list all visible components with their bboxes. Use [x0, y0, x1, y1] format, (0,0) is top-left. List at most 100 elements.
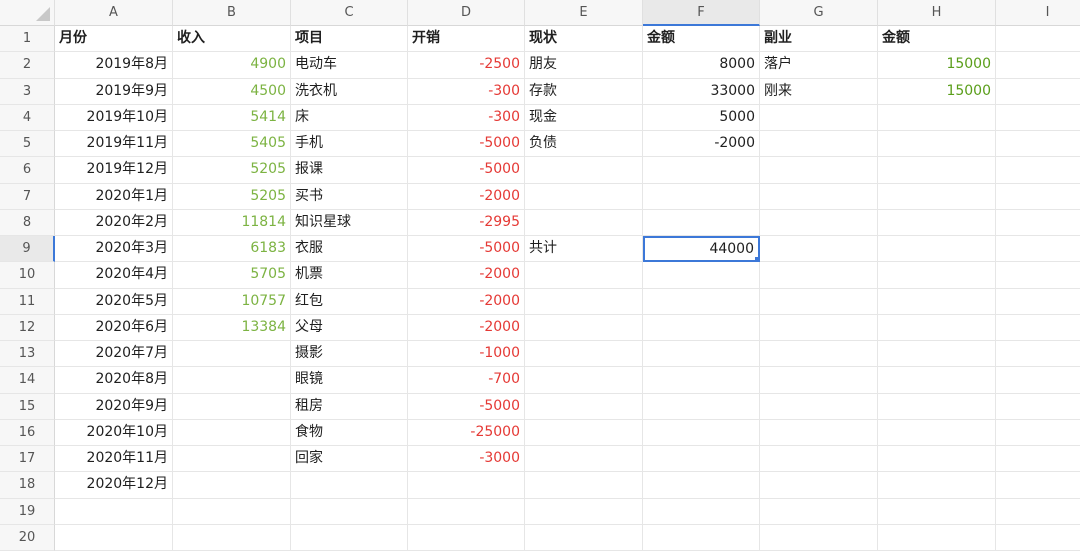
cell-g15[interactable] — [760, 393, 878, 420]
row-header-9[interactable]: 9 — [0, 236, 55, 263]
cell-g16[interactable] — [760, 419, 878, 446]
row-header-5[interactable]: 5 — [0, 131, 55, 158]
cell-f13[interactable] — [643, 341, 760, 368]
cell-b2[interactable]: 4900 — [173, 52, 291, 79]
cell-i14[interactable] — [996, 367, 1080, 394]
cell-f6[interactable] — [643, 157, 760, 184]
cell-a10[interactable]: 2020年4月 — [55, 262, 173, 289]
cell-a18[interactable]: 2020年12月 — [55, 472, 173, 499]
active-cell[interactable]: 44000 — [643, 236, 760, 263]
row-header-13[interactable]: 13 — [0, 341, 55, 368]
cell-g2[interactable]: 落户 — [760, 52, 878, 79]
cell-h16[interactable] — [878, 419, 996, 446]
cell-d4[interactable]: -300 — [408, 104, 525, 131]
cell-d1[interactable]: 开销 — [408, 26, 525, 53]
cell-a11[interactable]: 2020年5月 — [55, 288, 173, 315]
cell-a14[interactable]: 2020年8月 — [55, 367, 173, 394]
row-header-17[interactable]: 17 — [0, 446, 55, 473]
cell-b6[interactable]: 5205 — [173, 157, 291, 184]
cell-c19[interactable] — [291, 498, 408, 525]
cell-f12[interactable] — [643, 314, 760, 341]
cell-d16[interactable]: -25000 — [408, 419, 525, 446]
cell-i1[interactable] — [996, 26, 1080, 53]
cell-h3[interactable]: 15000 — [878, 78, 996, 105]
column-header-a[interactable]: A — [55, 0, 173, 26]
cell-f14[interactable] — [643, 367, 760, 394]
row-header-1[interactable]: 1 — [0, 26, 55, 53]
cell-b4[interactable]: 5414 — [173, 104, 291, 131]
cell-g10[interactable] — [760, 262, 878, 289]
cell-e17[interactable] — [525, 446, 643, 473]
cell-i16[interactable] — [996, 420, 1080, 446]
cell-b15[interactable] — [173, 393, 291, 420]
cell-b14[interactable] — [173, 367, 291, 394]
cell-c15[interactable]: 租房 — [291, 393, 408, 420]
cell-c5[interactable]: 手机 — [291, 131, 408, 158]
cell-b13[interactable] — [173, 341, 291, 368]
cell-g11[interactable] — [760, 288, 878, 315]
cell-b8[interactable]: 11814 — [173, 209, 291, 236]
cell-a8[interactable]: 2020年2月 — [55, 209, 173, 236]
cell-d20[interactable] — [408, 524, 525, 551]
cell-e8[interactable] — [525, 209, 643, 236]
cell-i3[interactable] — [996, 79, 1080, 105]
cell-a17[interactable]: 2020年11月 — [55, 446, 173, 473]
cell-i6[interactable] — [996, 157, 1080, 184]
column-header-b[interactable]: B — [173, 0, 291, 26]
cell-a5[interactable]: 2019年11月 — [55, 131, 173, 158]
cell-i9[interactable] — [996, 236, 1080, 263]
row-header-20[interactable]: 20 — [0, 524, 55, 551]
cell-c13[interactable]: 摄影 — [291, 341, 408, 368]
select-all-corner[interactable] — [0, 0, 55, 26]
cell-a15[interactable]: 2020年9月 — [55, 393, 173, 420]
cell-c11[interactable]: 红包 — [291, 288, 408, 315]
cell-a3[interactable]: 2019年9月 — [55, 78, 173, 105]
row-header-11[interactable]: 11 — [0, 288, 55, 315]
row-header-6[interactable]: 6 — [0, 157, 55, 184]
row-header-19[interactable]: 19 — [0, 498, 55, 525]
cell-g12[interactable] — [760, 314, 878, 341]
cell-h12[interactable] — [878, 314, 996, 341]
cell-e2[interactable]: 朋友 — [525, 52, 643, 79]
cell-f1[interactable]: 金额 — [643, 26, 760, 53]
cell-b20[interactable] — [173, 524, 291, 551]
cell-h7[interactable] — [878, 183, 996, 210]
cell-f17[interactable] — [643, 446, 760, 473]
cell-h2[interactable]: 15000 — [878, 52, 996, 79]
cell-b11[interactable]: 10757 — [173, 288, 291, 315]
cell-f11[interactable] — [643, 288, 760, 315]
cell-c1[interactable]: 项目 — [291, 26, 408, 53]
cell-d6[interactable]: -5000 — [408, 157, 525, 184]
cell-e6[interactable] — [525, 157, 643, 184]
cell-f18[interactable] — [643, 472, 760, 499]
cell-i17[interactable] — [996, 446, 1080, 473]
cell-a6[interactable]: 2019年12月 — [55, 157, 173, 184]
cell-i15[interactable] — [996, 394, 1080, 420]
cell-b9[interactable]: 6183 — [173, 236, 291, 263]
spreadsheet-grid[interactable]: A B C D E F G H I 1 月份 收入 项目 开销 现状 金额 副业 金额 2 2019… — [0, 0, 1080, 551]
cell-d5[interactable]: -5000 — [408, 131, 525, 158]
cell-a12[interactable]: 2020年6月 — [55, 314, 173, 341]
cell-a20[interactable] — [55, 524, 173, 551]
row-header-10[interactable]: 10 — [0, 262, 55, 289]
row-header-2[interactable]: 2 — [0, 52, 55, 79]
cell-a4[interactable]: 2019年10月 — [55, 104, 173, 131]
cell-b1[interactable]: 收入 — [173, 26, 291, 53]
cell-c2[interactable]: 电动车 — [291, 52, 408, 79]
cell-d9[interactable]: -5000 — [408, 236, 525, 263]
cell-c12[interactable]: 父母 — [291, 314, 408, 341]
cell-f16[interactable] — [643, 419, 760, 446]
cell-i2[interactable] — [996, 52, 1080, 79]
cell-h11[interactable] — [878, 288, 996, 315]
cell-i18[interactable] — [996, 472, 1080, 499]
cell-h4[interactable] — [878, 104, 996, 131]
cell-g17[interactable] — [760, 446, 878, 473]
cell-b18[interactable] — [173, 472, 291, 499]
cell-i20[interactable] — [996, 525, 1080, 551]
cell-h9[interactable] — [878, 236, 996, 263]
column-header-f[interactable]: F — [643, 0, 760, 26]
cell-g4[interactable] — [760, 104, 878, 131]
row-header-7[interactable]: 7 — [0, 183, 55, 210]
cell-f5[interactable]: -2000 — [643, 131, 760, 158]
cell-e10[interactable] — [525, 262, 643, 289]
